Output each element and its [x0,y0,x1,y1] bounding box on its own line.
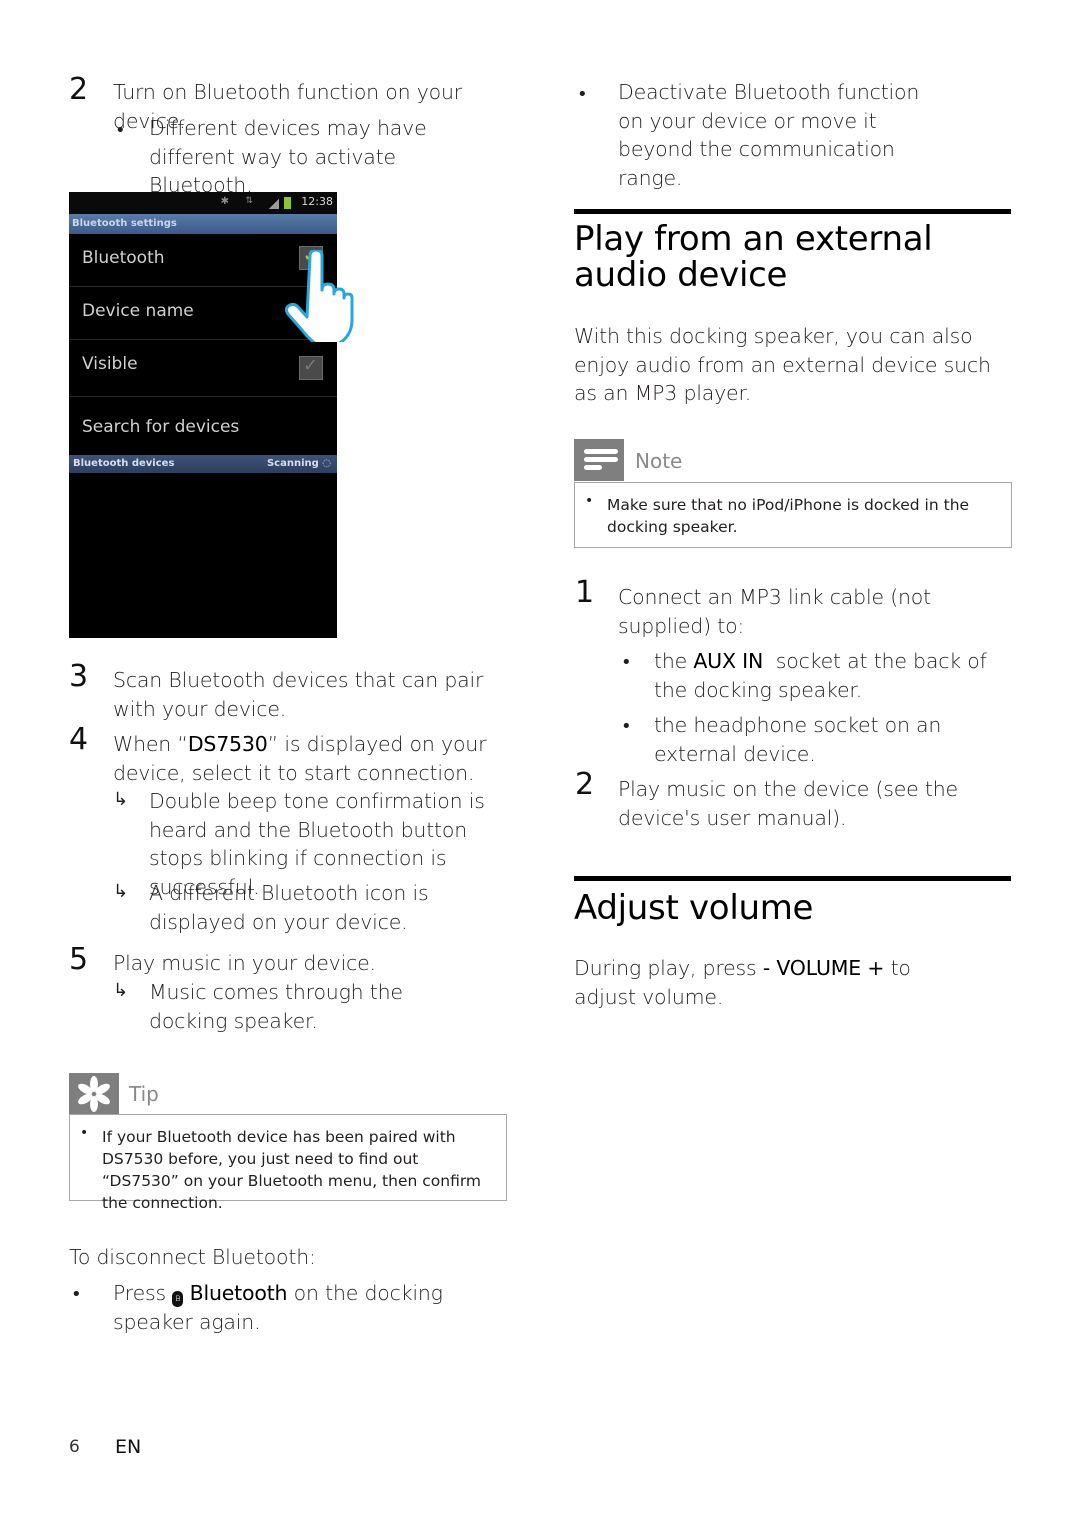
bullet-icon: • [585,493,594,509]
socket-name: AUX IN [693,649,764,673]
text-segment: When “ [113,732,188,756]
tip-icon-box [69,1073,119,1115]
row-label: Search for devices [82,417,240,437]
text-segment: During play, press [574,956,763,980]
scanning-label: Scanning ◌ [267,455,331,473]
page-number: 6 [69,1437,80,1457]
tip-text: If your Bluetooth device has been paired… [102,1128,482,1212]
bluetooth-status-icon: ✱ [220,196,229,207]
result-text: A different Bluetooth icon is displayed … [149,881,429,934]
row-label: Device name [82,301,194,321]
text-segment: the [654,649,694,673]
section-rule [574,876,1011,881]
battery-icon [284,197,291,209]
text-segment: Press [113,1281,166,1305]
status-bar: ✱ ⇅ 12:38 [69,192,337,214]
phone-row-search: Search for devices [69,397,337,455]
pointing-hand-icon [284,250,354,342]
checkbox-dim-icon [299,355,323,380]
step-text: Scan Bluetooth devices that can pair wit… [113,668,484,721]
step-text: Play music in your device. [113,951,376,975]
row-label: Bluetooth [82,248,165,268]
bullet-text: the headphone socket on an external devi… [654,713,942,766]
section-intro: With this docking speaker, you can also … [574,324,991,405]
result-arrow-icon: ↳ [113,881,129,902]
step-text: Play music on the device (see the device… [618,777,958,830]
bullet-icon: • [115,120,126,141]
signal-icon [269,199,279,209]
bullet-text: the AUX IN socket at the back of the doc… [654,647,1014,704]
bullet-text: Different devices may have different way… [149,116,427,197]
step-number: 5 [69,942,89,977]
section-rule [574,209,1011,214]
note-box: • Make sure that no iPod/iPhone is docke… [574,482,1012,548]
phone-row-visible: Visible [69,340,337,397]
button-name: Bluetooth [189,1281,288,1305]
step-text: Connect an MP3 link cable (not supplied)… [618,585,931,638]
note-text: Make sure that no iPod/iPhone is docked … [607,496,970,536]
bluetooth-button-icon: ʙ [172,1291,184,1307]
bullet-icon: • [577,84,588,105]
disconnect-heading: To disconnect Bluetooth: [69,1245,316,1269]
result-text: Music comes through the docking speaker. [149,980,403,1033]
language-label: EN [115,1436,142,1458]
step-text: When “DS7530” is displayed on your devic… [113,730,513,787]
devices-subhead: Bluetooth devices Scanning ◌ [69,455,337,473]
step-number: 3 [69,659,89,694]
step-number: 4 [69,722,89,757]
bullet-icon: • [71,1284,82,1305]
settings-title: Bluetooth settings [69,214,337,234]
step-number: 1 [575,575,595,610]
product-name: DS7530 [187,732,268,756]
section-text: During play, press - VOLUME + to adjust … [574,954,964,1011]
network-icon: ⇅ [245,196,253,206]
bullet-text: Deactivate Bluetooth function on your de… [618,80,920,190]
note-label: Note [635,449,683,473]
section-title: Adjust volume [574,888,814,928]
bullet-icon: • [80,1125,89,1141]
step-number: 2 [69,72,89,107]
tip-label: Tip [129,1082,159,1106]
section-title: Play from an external audio device [574,219,933,295]
subhead-label: Bluetooth devices [73,458,175,469]
row-label: Visible [82,354,138,374]
button-name: - VOLUME + [762,956,885,980]
status-time: 12:38 [301,195,333,208]
step-number: 2 [575,767,595,802]
result-arrow-icon: ↳ [113,789,129,810]
tip-box: • If your Bluetooth device has been pair… [69,1114,507,1212]
note-icon-box [574,439,624,481]
spinner-icon: ◌ [322,458,331,469]
scanning-text: Scanning [266,458,319,469]
bullet-icon: • [621,652,632,673]
disconnect-text: Press ʙ Bluetooth on the docking speaker… [113,1279,513,1336]
bullet-icon: • [621,716,632,737]
tip-asterisk-icon [78,1076,110,1112]
result-arrow-icon: ↳ [113,980,129,1001]
note-lines-icon [584,449,618,470]
